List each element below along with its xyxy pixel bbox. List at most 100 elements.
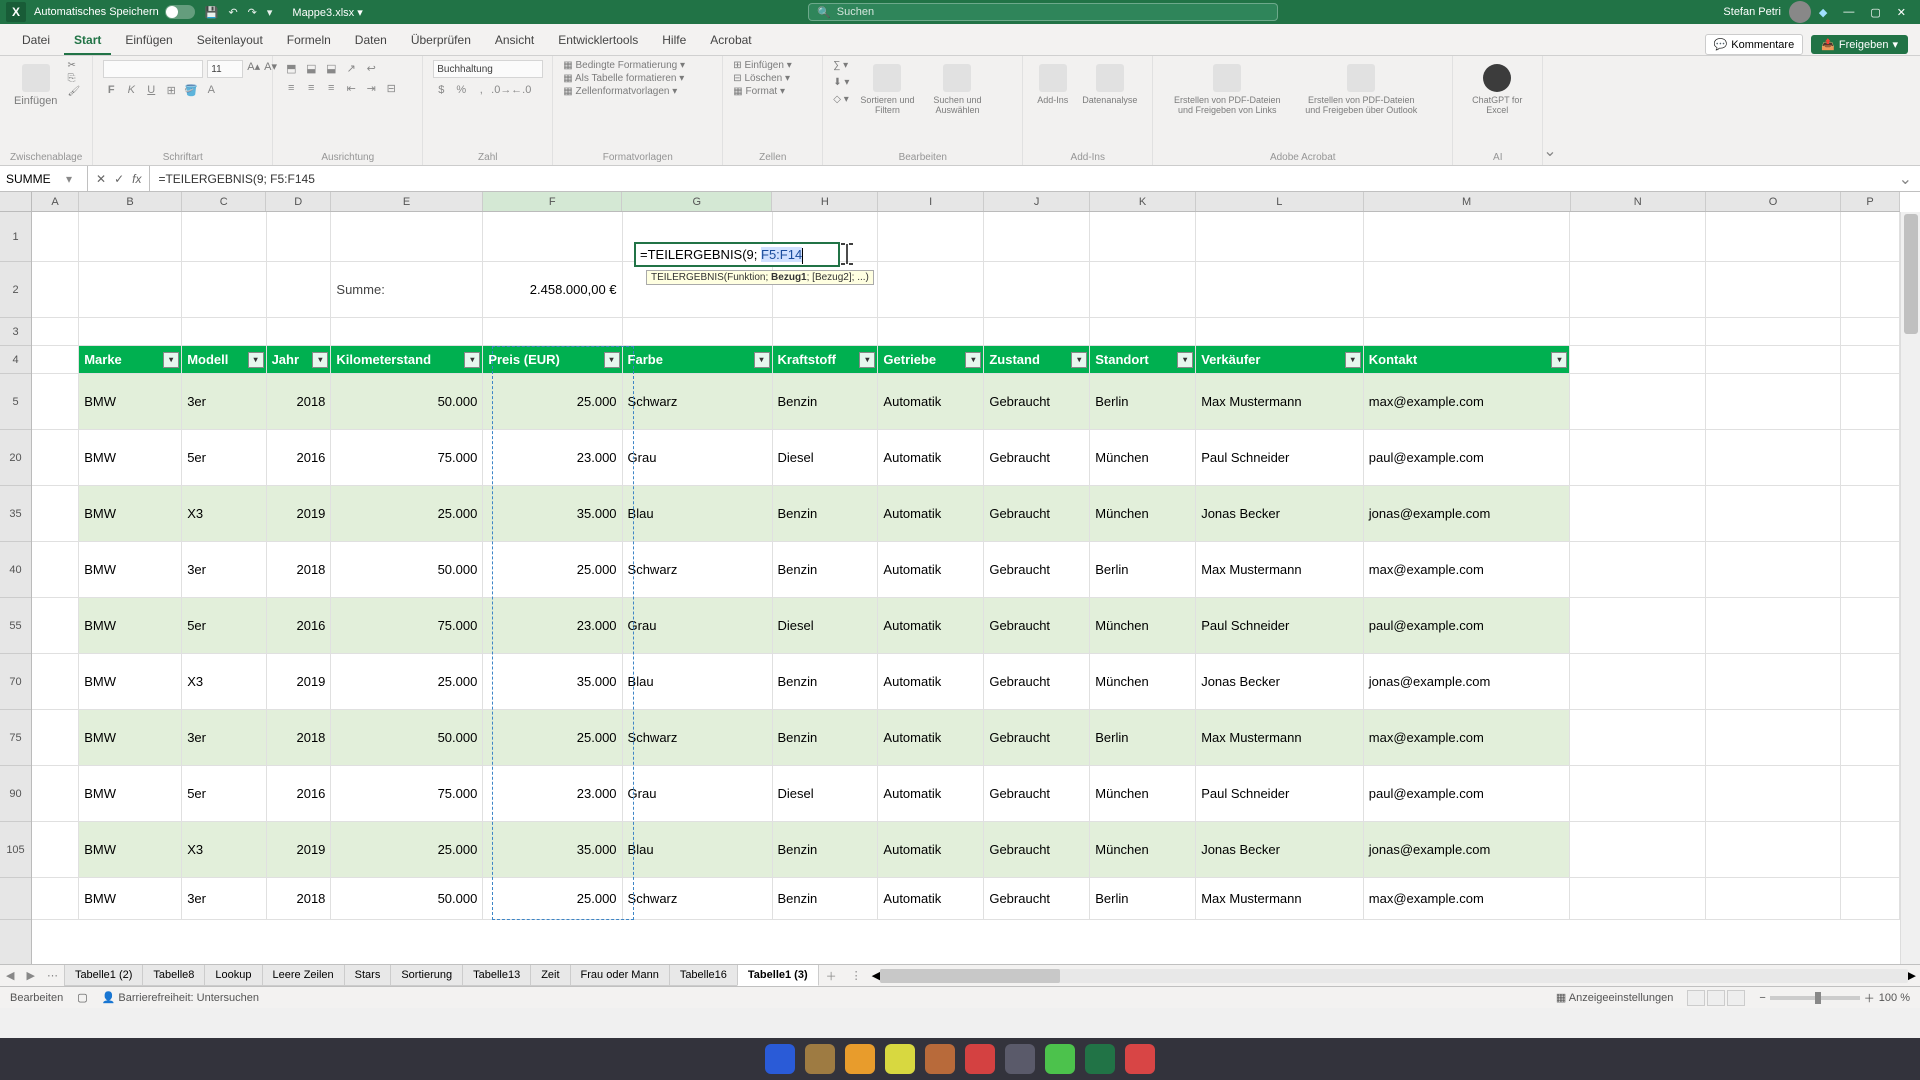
cells-area[interactable]: Summe:2.458.000,00 €Marke▾Modell▾Jahr▾Ki… — [32, 212, 1900, 964]
cell-zustand[interactable]: Gebraucht — [984, 710, 1090, 766]
zoom-in-icon[interactable]: ＋ — [1864, 990, 1875, 1006]
cell[interactable] — [1570, 486, 1705, 542]
name-box-input[interactable] — [6, 172, 66, 186]
cell[interactable] — [1364, 318, 1571, 346]
cell-jahr[interactable]: 2018 — [267, 710, 332, 766]
align-top-icon[interactable]: ⬒ — [283, 60, 299, 76]
cell[interactable] — [483, 212, 622, 262]
cell[interactable] — [79, 262, 182, 318]
cell[interactable] — [1570, 878, 1705, 920]
cell[interactable] — [984, 262, 1090, 318]
table-header-getriebe[interactable]: Getriebe▾ — [878, 346, 984, 374]
cell-verk[interactable]: Jonas Becker — [1196, 822, 1364, 878]
sheet-tab[interactable]: Sortierung — [390, 965, 463, 986]
user-account[interactable]: Stefan Petri ◆ — [1723, 1, 1827, 23]
cell[interactable] — [1570, 542, 1705, 598]
cell[interactable] — [1841, 318, 1900, 346]
cell-jahr[interactable]: 2019 — [267, 822, 332, 878]
format-cells-button[interactable]: ▦ Format ▾ — [733, 86, 785, 97]
cell[interactable] — [32, 766, 79, 822]
close-icon[interactable]: ✕ — [1897, 6, 1906, 19]
cell-kraftstoff[interactable]: Benzin — [773, 374, 879, 430]
cell[interactable] — [1570, 654, 1705, 710]
cell[interactable] — [1570, 430, 1705, 486]
row-header[interactable]: 70 — [0, 654, 31, 710]
row-header[interactable]: 20 — [0, 430, 31, 486]
cell-getriebe[interactable]: Automatik — [878, 710, 984, 766]
cell[interactable] — [32, 878, 79, 920]
page-layout-view-icon[interactable] — [1707, 990, 1725, 1006]
cell[interactable] — [773, 318, 879, 346]
italic-icon[interactable]: K — [123, 82, 139, 98]
comments-button[interactable]: 💬 Kommentare — [1705, 34, 1804, 55]
cell[interactable] — [1706, 654, 1841, 710]
taskbar-icon[interactable] — [1125, 1044, 1155, 1074]
cell-marke[interactable]: BMW — [79, 822, 182, 878]
row-header[interactable]: 75 — [0, 710, 31, 766]
sheet-tab[interactable]: Leere Zeilen — [262, 965, 345, 986]
column-header-P[interactable]: P — [1841, 192, 1900, 211]
cell-kontakt[interactable]: paul@example.com — [1364, 430, 1571, 486]
undo-icon[interactable]: ↶ — [228, 6, 237, 19]
sheet-tab[interactable]: Tabelle8 — [142, 965, 205, 986]
cell[interactable] — [1841, 598, 1900, 654]
filter-button[interactable]: ▾ — [312, 352, 328, 368]
cell-zustand[interactable]: Gebraucht — [984, 374, 1090, 430]
maximize-icon[interactable]: ▢ — [1870, 6, 1880, 19]
cell[interactable] — [1706, 542, 1841, 598]
cell-standort[interactable]: München — [1090, 766, 1196, 822]
cell[interactable] — [1706, 430, 1841, 486]
zoom-slider[interactable] — [1770, 996, 1860, 1000]
merge-icon[interactable]: ⊟ — [383, 80, 399, 96]
cell-zustand[interactable]: Gebraucht — [984, 822, 1090, 878]
cell-getriebe[interactable]: Automatik — [878, 822, 984, 878]
cell-marke[interactable]: BMW — [79, 766, 182, 822]
ribbon-tab-datei[interactable]: Datei — [12, 27, 60, 55]
table-header-modell[interactable]: Modell▾ — [182, 346, 266, 374]
ribbon-tab-acrobat[interactable]: Acrobat — [700, 27, 761, 55]
autosum-icon[interactable]: ∑ ▾ — [833, 60, 849, 71]
sheet-tab[interactable]: Zeit — [530, 965, 570, 986]
worksheet-grid[interactable]: ABCDEFGHIJKLMNOP 1234520354055707590105 … — [0, 192, 1920, 964]
cell[interactable] — [1570, 374, 1705, 430]
cell-km[interactable]: 50.000 — [331, 374, 483, 430]
cell[interactable] — [1841, 212, 1900, 262]
cell[interactable] — [1841, 542, 1900, 598]
cell-jahr[interactable]: 2018 — [267, 878, 332, 920]
add-sheet-button[interactable]: ＋ — [818, 968, 845, 984]
cell[interactable] — [1196, 318, 1364, 346]
align-right-icon[interactable]: ≡ — [323, 80, 339, 96]
fill-color-icon[interactable]: 🪣 — [183, 82, 199, 98]
cell[interactable] — [32, 654, 79, 710]
table-header-jahr[interactable]: Jahr▾ — [267, 346, 332, 374]
accessibility-status[interactable]: 👤 Barrierefreiheit: Untersuchen — [102, 991, 259, 1004]
cell-preis[interactable]: 35.000 — [483, 486, 622, 542]
formula-input[interactable]: =TEILERGEBNIS(9; F5:F145 — [150, 172, 1890, 186]
table-header-zustand[interactable]: Zustand▾ — [984, 346, 1090, 374]
wrap-text-icon[interactable]: ↩ — [363, 60, 379, 76]
search-box[interactable]: 🔍 Suchen — [808, 3, 1278, 21]
row-header[interactable] — [0, 878, 31, 920]
increase-font-icon[interactable]: A▴ — [247, 60, 260, 78]
insert-cells-button[interactable]: ⊞ Einfügen ▾ — [733, 60, 791, 71]
cell-kraftstoff[interactable]: Benzin — [773, 542, 879, 598]
cell[interactable] — [32, 598, 79, 654]
cell[interactable] — [32, 212, 79, 262]
font-size-select[interactable] — [207, 60, 243, 78]
cell[interactable] — [1706, 262, 1841, 318]
row-header[interactable]: 3 — [0, 318, 31, 346]
cell-kontakt[interactable]: jonas@example.com — [1364, 822, 1571, 878]
column-header-C[interactable]: C — [182, 192, 266, 211]
sheet-tab[interactable]: Stars — [344, 965, 392, 986]
table-header-farbe[interactable]: Farbe▾ — [623, 346, 773, 374]
sort-filter-button[interactable]: Sortieren und Filtern — [855, 60, 919, 119]
cell-kontakt[interactable]: jonas@example.com — [1364, 486, 1571, 542]
format-as-table-button[interactable]: ▦ Als Tabelle formatieren ▾ — [563, 73, 684, 84]
enter-icon[interactable]: ✓ — [114, 172, 124, 186]
cell-verk[interactable]: Max Mustermann — [1196, 374, 1364, 430]
cell[interactable] — [1841, 374, 1900, 430]
row-header[interactable]: 5 — [0, 374, 31, 430]
filter-button[interactable]: ▾ — [1177, 352, 1193, 368]
filter-button[interactable]: ▾ — [163, 352, 179, 368]
cell[interactable] — [32, 542, 79, 598]
